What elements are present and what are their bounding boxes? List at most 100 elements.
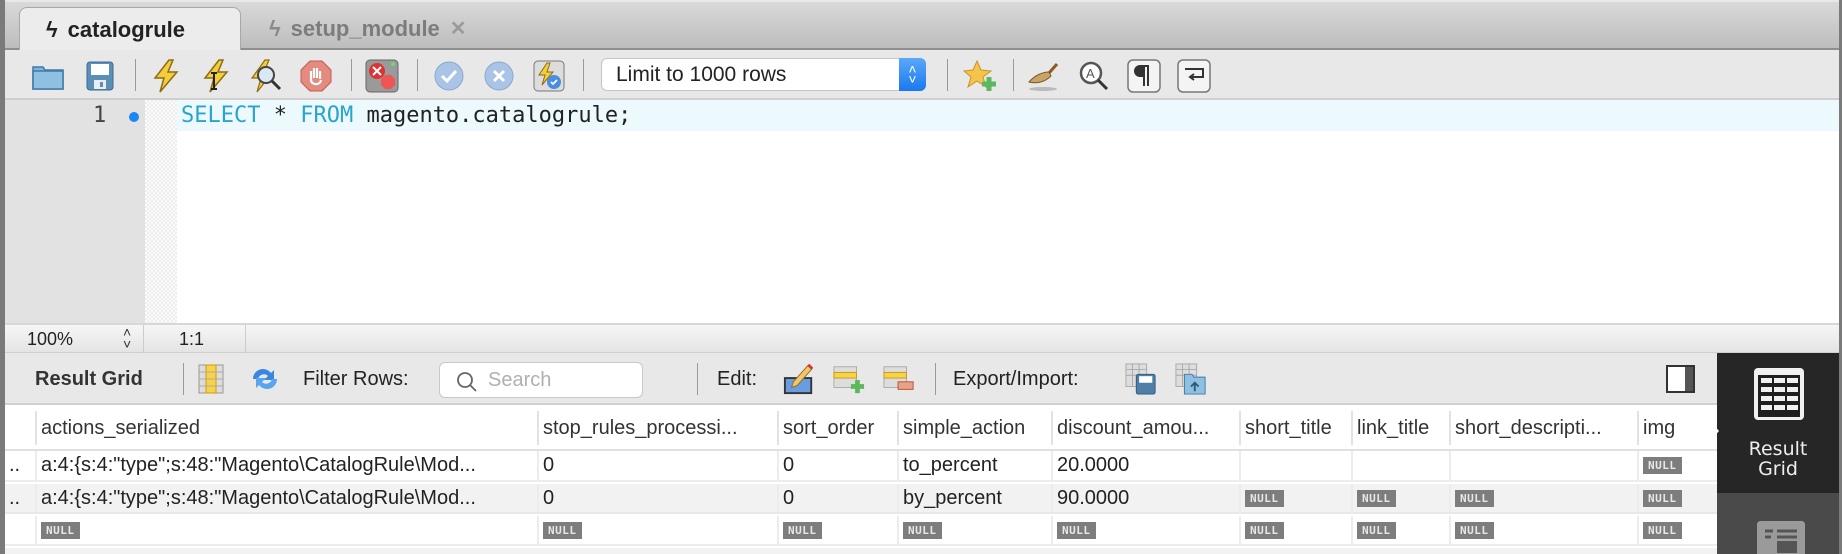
grid-cell[interactable]: NULL [897,516,1051,544]
grid-cell[interactable]: NULL [1637,451,1717,480]
side-panel-label: Result Grid [1748,438,1808,480]
grid-cell[interactable]: 0 [777,484,897,512]
grid-cell[interactable]: NULL [1449,516,1637,544]
grid-cell[interactable]: NULL [35,516,537,544]
wrap-lines-icon[interactable] [1177,59,1211,93]
result-grid[interactable]: actions_serialized stop_rules_processi...… [5,405,1717,554]
refresh-icon[interactable] [249,363,281,395]
grid-cell[interactable] [1449,451,1637,480]
grid-cell[interactable]: NULL [1239,516,1351,544]
table-row[interactable]: NULL NULL NULL NULL NULL NULL NULL NULL NULL [5,516,1717,546]
sql-text: magento.catalogrule; [353,103,632,128]
null-badge: NULL [1643,457,1682,474]
toolbar-separator [1013,59,1014,91]
column-selector-icon[interactable] [195,363,227,395]
grid-cell[interactable]: NULL [1637,484,1717,512]
grid-cell[interactable]: NULL [777,516,897,544]
sql-editor[interactable]: 1 SELECT * FROM magento.catalogrule; [5,100,1839,323]
table-row-empty [5,548,1717,554]
column-header[interactable]: simple_action [897,411,1051,445]
table-row[interactable]: .. a:4:{s:4:"type";s:48:"Magento\CatalogR… [5,484,1717,514]
lightning-icon: ϟ [46,17,58,42]
grid-cell[interactable]: a:4:{s:4:"type";s:48:"Magento\CatalogRul… [35,451,537,480]
filter-rows-search-input[interactable]: Search [439,362,643,398]
grid-cell[interactable]: NULL [1351,484,1449,512]
grid-cell[interactable]: 90.0000 [1051,484,1239,512]
find-replace-icon[interactable]: A [1077,59,1111,93]
export-icon[interactable] [1125,363,1157,395]
result-grid-view-button[interactable]: Result Grid [1717,353,1839,493]
active-view-pointer [1705,415,1719,447]
grid-cell[interactable]: by_percent [897,484,1051,512]
table-row[interactable]: .. a:4:{s:4:"type";s:48:"Magento\CatalogR… [5,451,1717,482]
edit-row-icon[interactable] [783,363,815,395]
commit-icon[interactable] [432,59,466,93]
delete-row-icon[interactable] [883,363,915,395]
column-header[interactable]: short_title [1239,411,1351,445]
add-snippet-icon[interactable] [963,59,997,93]
column-header[interactable]: actions_serialized [35,411,537,445]
tab-label: setup_module [290,15,440,41]
import-icon[interactable] [1175,363,1207,395]
grid-cell[interactable]: to_percent [897,451,1051,480]
toggle-side-panel-icon[interactable] [1665,363,1697,395]
status-separator [143,325,144,355]
zoom-level[interactable]: 100% [27,329,73,350]
toggle-stop-on-error-icon[interactable] [365,59,399,93]
query-tab-bar: ϟ catalogrule ϟ setup_module ✕ [5,2,1839,52]
limit-rows-select[interactable]: Limit to 1000 rows ˄ ˅ [601,58,926,91]
invisible-chars-icon[interactable] [1127,59,1161,93]
column-header[interactable]: stop_rules_processi... [537,411,777,445]
sql-statement[interactable]: SELECT * FROM magento.catalogrule; [181,103,631,128]
column-header[interactable]: short_descripti... [1449,411,1637,445]
grid-cell[interactable]: NULL [1637,516,1717,544]
execute-current-icon[interactable] [199,59,233,93]
statement-marker-icon[interactable] [129,112,139,122]
column-header[interactable]: link_title [1351,411,1449,445]
grid-cell[interactable]: 0 [537,451,777,480]
rollback-icon[interactable] [482,59,516,93]
sql-keyword: FROM [300,103,354,128]
result-toolbar: Result Grid Filter Rows: Search Edit: Ex… [5,353,1717,405]
editor-toolbar: Limit to 1000 rows ˄ ˅ A [5,50,1839,100]
toolbar-separator [417,59,418,91]
grid-cell[interactable]: NULL [1351,516,1449,544]
grid-cell[interactable]: NULL [537,516,777,544]
column-header[interactable]: discount_amou... [1051,411,1239,445]
grid-cell[interactable]: a:4:{s:4:"type";s:48:"Magento\CatalogRul… [35,484,537,512]
null-badge: NULL [1643,489,1682,507]
toolbar-separator [947,59,948,91]
grid-cell[interactable]: NULL [1051,516,1239,544]
tab-setup-module[interactable]: ϟ setup_module ✕ [243,7,493,50]
form-editor-view-icon[interactable] [1757,521,1805,554]
grid-cell[interactable]: 0 [537,484,777,512]
tab-catalogrule[interactable]: ϟ catalogrule [19,7,241,52]
column-header[interactable]: sort_order [777,411,897,445]
execute-icon[interactable] [149,59,183,93]
editor-status-bar: 100% ˄ ˅ 1:1 [5,323,1839,355]
autocommit-icon[interactable] [532,59,566,93]
toolbar-separator [697,363,698,395]
open-folder-icon[interactable] [31,59,65,93]
grid-cell[interactable] [1239,451,1351,480]
search-placeholder: Search [488,368,552,391]
zoom-stepper-icon[interactable]: ˄ ˅ [123,325,131,351]
grid-cell[interactable]: 0 [777,451,897,480]
toolbar-separator [135,59,136,91]
export-import-label: Export/Import: [953,368,1079,390]
lightning-icon: ϟ [269,15,281,41]
explain-icon[interactable] [249,59,283,93]
grid-cell[interactable]: NULL [1239,484,1351,512]
row-lead-cell[interactable]: .. [5,451,35,480]
save-icon[interactable] [83,59,117,93]
grid-cell[interactable] [1351,451,1449,480]
close-tab-icon[interactable]: ✕ [450,16,467,41]
beautify-icon[interactable] [1027,59,1061,93]
stop-icon[interactable] [299,59,333,93]
grid-cell[interactable]: 20.0000 [1051,451,1239,480]
grid-cell[interactable]: NULL [1449,484,1637,512]
row-lead-cell[interactable]: .. [5,484,35,512]
row-lead-cell[interactable] [5,516,35,544]
add-row-icon[interactable] [833,363,865,395]
filter-rows-label: Filter Rows: [303,368,409,390]
